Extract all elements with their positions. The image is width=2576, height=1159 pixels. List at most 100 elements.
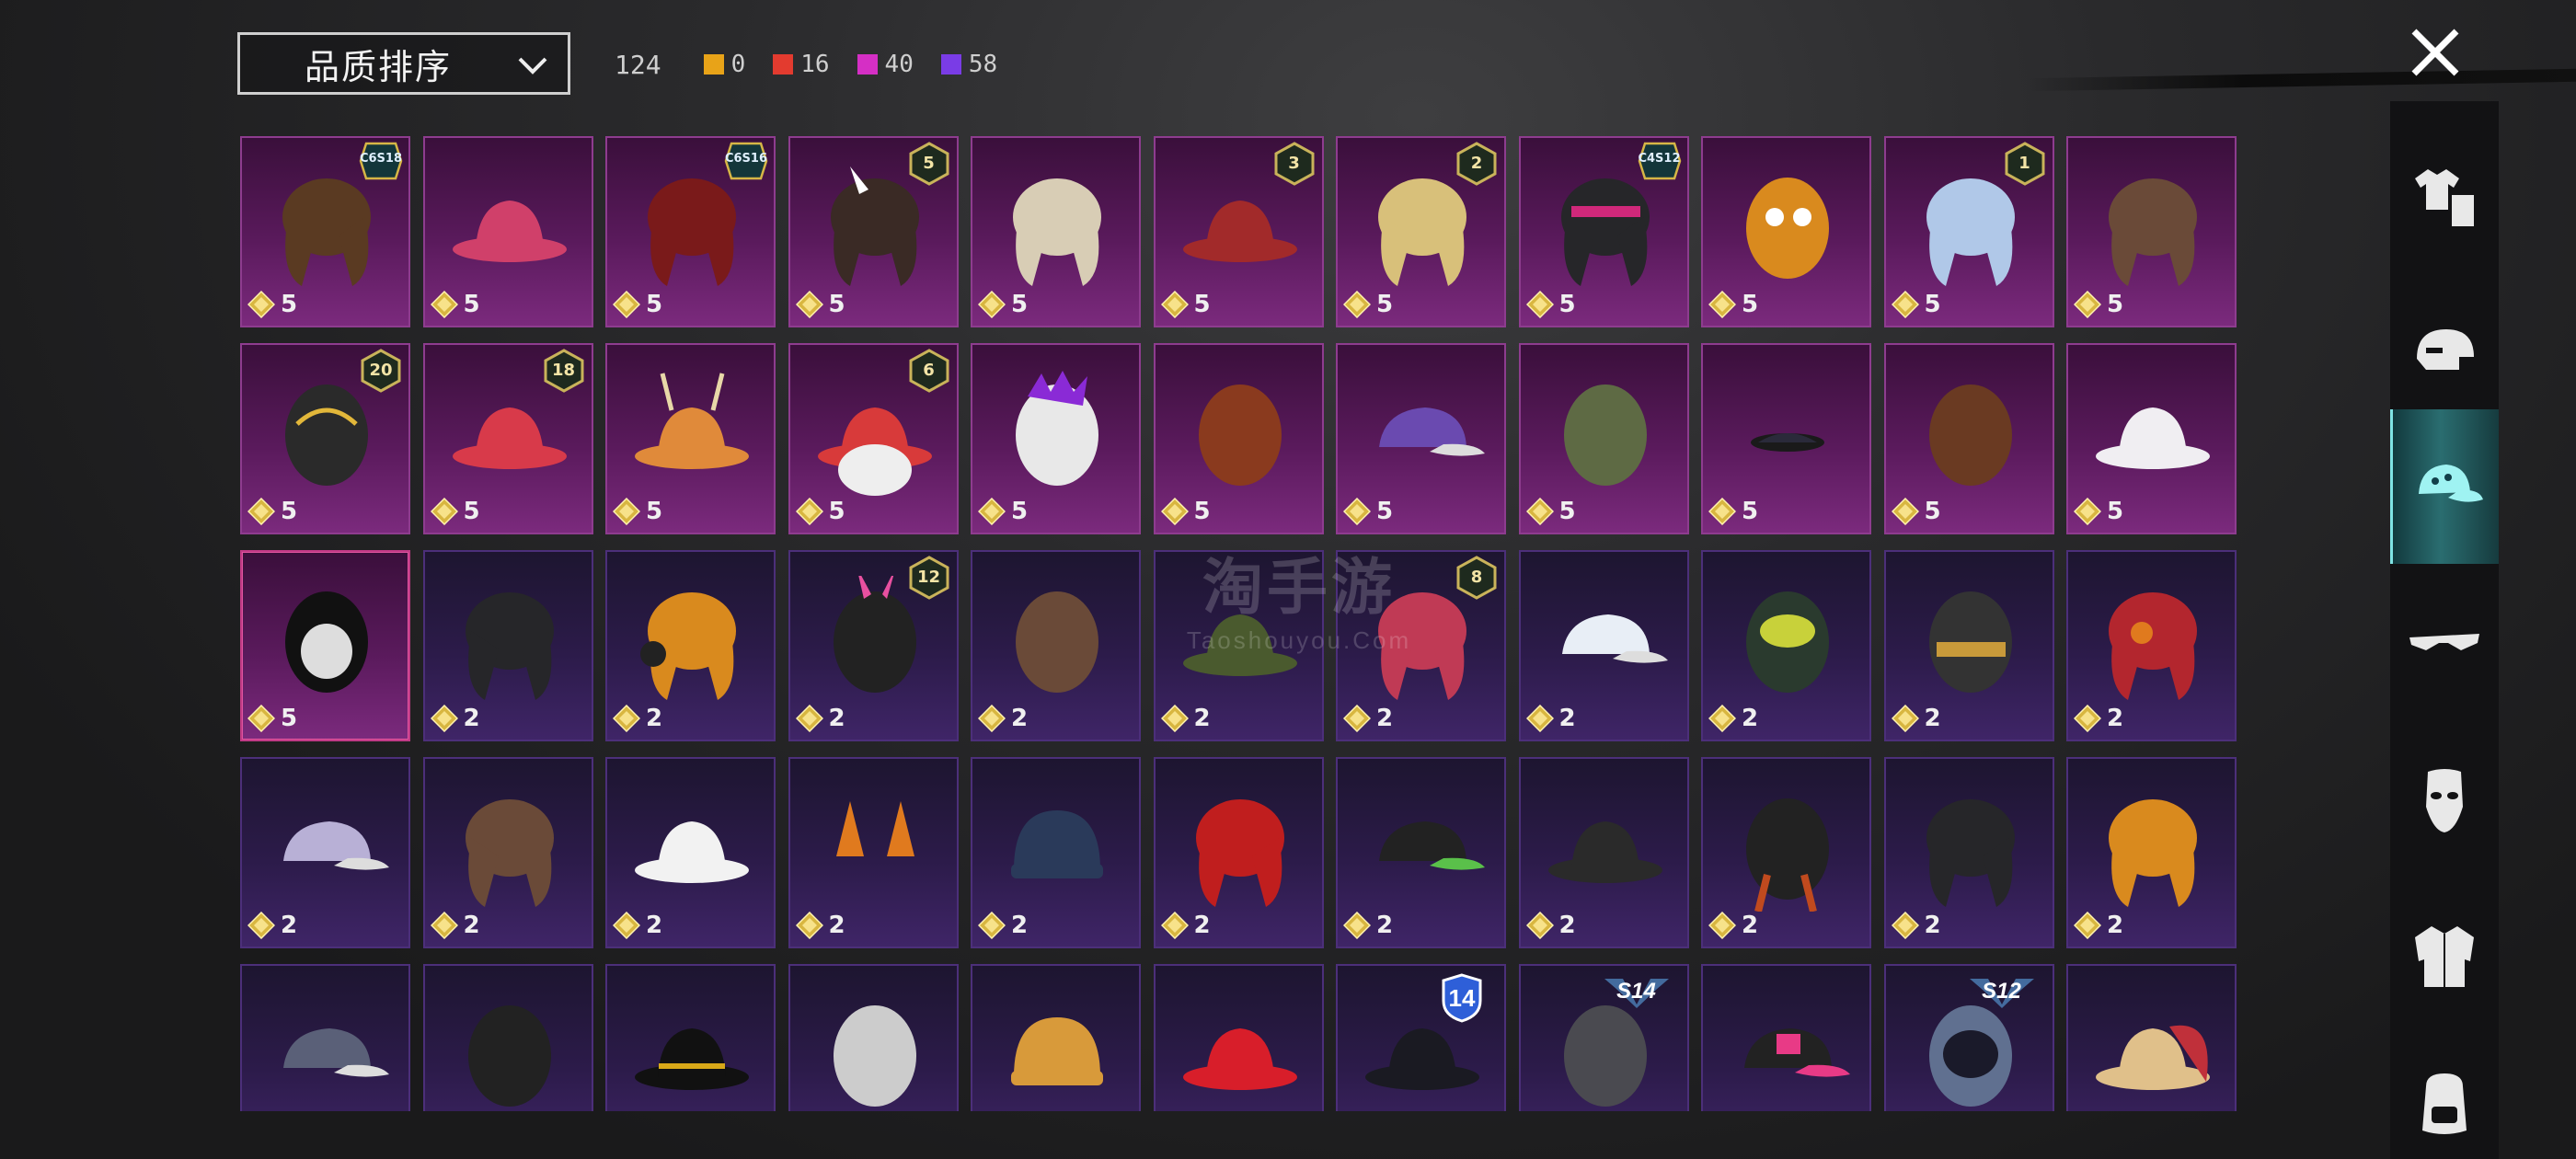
item-cell[interactable]: 2 — [605, 550, 776, 741]
white-bucket-hat-icon — [2096, 407, 2210, 469]
sidebar-item-helmet[interactable] — [2390, 276, 2499, 430]
item-cell[interactable]: 2 — [1883, 550, 2054, 741]
number-badge-text: 14 — [1448, 984, 1476, 1012]
item-cell[interactable]: 56 — [788, 343, 959, 534]
quality-count-2: 40 — [857, 51, 914, 78]
visor-hair-icon — [1560, 178, 1650, 286]
diamond-coin-icon — [247, 291, 275, 318]
sidebar-item-cap[interactable] — [2390, 409, 2499, 564]
level-badge: 1 — [2005, 142, 2045, 186]
item-cell[interactable]: 5 — [1701, 136, 1871, 327]
item-cell[interactable]: S14 — [1518, 964, 1689, 1111]
item-cost: 2 — [1708, 705, 1758, 732]
item-cell[interactable]: 2 — [422, 757, 593, 948]
sidebar-item-mask[interactable] — [2390, 722, 2499, 877]
item-cell[interactable]: S12 — [1883, 964, 2054, 1111]
item-cell[interactable]: 2 — [788, 757, 959, 948]
sidebar-item-glasses[interactable] — [2390, 566, 2499, 720]
item-cell[interactable]: 2 — [240, 757, 410, 948]
item-cell[interactable]: 2 — [1336, 757, 1506, 948]
item-cell[interactable]: 5 — [971, 136, 1141, 327]
item-cell[interactable]: 5 — [605, 343, 776, 534]
item-cell[interactable]: 52 — [1336, 136, 1506, 327]
item-cell[interactable]: 2 — [971, 550, 1141, 741]
diamond-coin-icon — [2074, 705, 2101, 732]
diamond-coin-icon — [978, 498, 1006, 525]
item-cost: 2 — [613, 912, 662, 939]
level-badge: 2 — [1456, 142, 1497, 186]
item-cell[interactable]: 2 — [1518, 757, 1689, 948]
number-badge: 14 — [1440, 973, 1484, 1023]
item-cell[interactable]: 2 — [1701, 757, 1871, 948]
item-cell[interactable]: 51 — [1883, 136, 2054, 327]
diamond-coin-icon — [978, 912, 1006, 939]
sidebar-item-outfit[interactable] — [2390, 120, 2499, 274]
item-cell[interactable]: 2 — [1883, 757, 2054, 948]
item-cell[interactable]: 5 — [1518, 343, 1689, 534]
item-cost-value: 5 — [646, 498, 663, 525]
horn-headband-icon — [1016, 591, 1098, 693]
item-cell[interactable]: 5 — [2066, 343, 2237, 534]
steampunk-hat-icon — [1547, 821, 1662, 883]
item-cell[interactable]: 5 18 — [422, 343, 593, 534]
diamond-coin-icon — [1525, 498, 1554, 525]
item-cell[interactable]: 5 — [1701, 343, 1871, 534]
item-cost: 5 — [613, 291, 662, 318]
backpack-icon — [2422, 1073, 2467, 1134]
item-cost-value: 5 — [281, 498, 298, 525]
sidebar-item-backpack[interactable] — [2390, 1026, 2499, 1159]
outfit-icon — [2415, 169, 2474, 226]
item-cell[interactable] — [240, 964, 410, 1111]
sort-dropdown[interactable]: 品质排序 — [237, 32, 570, 95]
item-cost: 5 — [1160, 498, 1211, 525]
item-cell[interactable]: 53 — [1153, 136, 1324, 327]
item-cell[interactable] — [422, 964, 593, 1111]
sort-dropdown-label: 品质排序 — [305, 48, 453, 87]
item-cell[interactable]: 2 — [971, 757, 1141, 948]
diamond-coin-icon — [613, 498, 640, 525]
item-cost: 2 — [1160, 705, 1211, 732]
item-cost-value: 5 — [828, 498, 845, 525]
item-cell[interactable] — [1153, 964, 1324, 1111]
item-cell[interactable]: 2 — [1153, 757, 1324, 948]
item-cell[interactable]: 5 — [240, 550, 410, 741]
item-cell[interactable]: 2 — [422, 550, 593, 741]
item-cost: 5 — [1708, 291, 1758, 318]
item-cell[interactable]: 2 12 — [788, 550, 959, 741]
item-cell[interactable]: 5 C6S18 — [240, 136, 410, 327]
item-cell[interactable]: 5 — [1336, 343, 1506, 534]
season-wing-badge: S12 — [1968, 973, 2036, 1010]
item-cell[interactable]: 55 — [788, 136, 959, 327]
item-cell[interactable] — [971, 964, 1141, 1111]
item-cell[interactable] — [788, 964, 959, 1111]
item-cell[interactable]: 5 — [1883, 343, 2054, 534]
item-cost-value: 5 — [1011, 498, 1029, 525]
item-cell[interactable] — [1701, 964, 1871, 1111]
item-cell[interactable]: 2 — [2066, 757, 2237, 948]
item-cell[interactable]: 2 — [1701, 550, 1871, 741]
item-cell[interactable]: 2 — [1518, 550, 1689, 741]
item-cell[interactable]: 2 — [605, 757, 776, 948]
item-cell[interactable]: 5 C6S16 — [605, 136, 776, 327]
quality-swatch — [940, 54, 961, 75]
diamond-coin-icon — [1891, 705, 1919, 732]
item-cost: 2 — [2074, 705, 2123, 732]
item-cell[interactable]: 5 20 — [240, 343, 410, 534]
goggles-hair-icon — [2109, 592, 2197, 700]
item-cost-value: 2 — [828, 705, 845, 732]
item-cell[interactable]: 5 — [971, 343, 1141, 534]
diamond-coin-icon — [1708, 705, 1736, 732]
item-cell[interactable] — [605, 964, 776, 1111]
diamond-coin-icon — [1891, 291, 1919, 318]
item-cell[interactable]: 5 — [422, 136, 593, 327]
tribal-mask-icon — [1746, 798, 1829, 912]
item-cell[interactable]: 5 C4S12 — [1518, 136, 1689, 327]
close-icon[interactable] — [2403, 20, 2467, 85]
item-cell[interactable]: 5 — [1153, 343, 1324, 534]
pink-cap-icon — [1744, 1028, 1850, 1077]
item-cell[interactable]: 5 — [2066, 136, 2237, 327]
item-cell[interactable]: 14 — [1336, 964, 1506, 1111]
item-cell[interactable] — [2066, 964, 2237, 1111]
sidebar-item-jacket[interactable] — [2390, 878, 2499, 1033]
item-cell[interactable]: 2 — [2066, 550, 2237, 741]
